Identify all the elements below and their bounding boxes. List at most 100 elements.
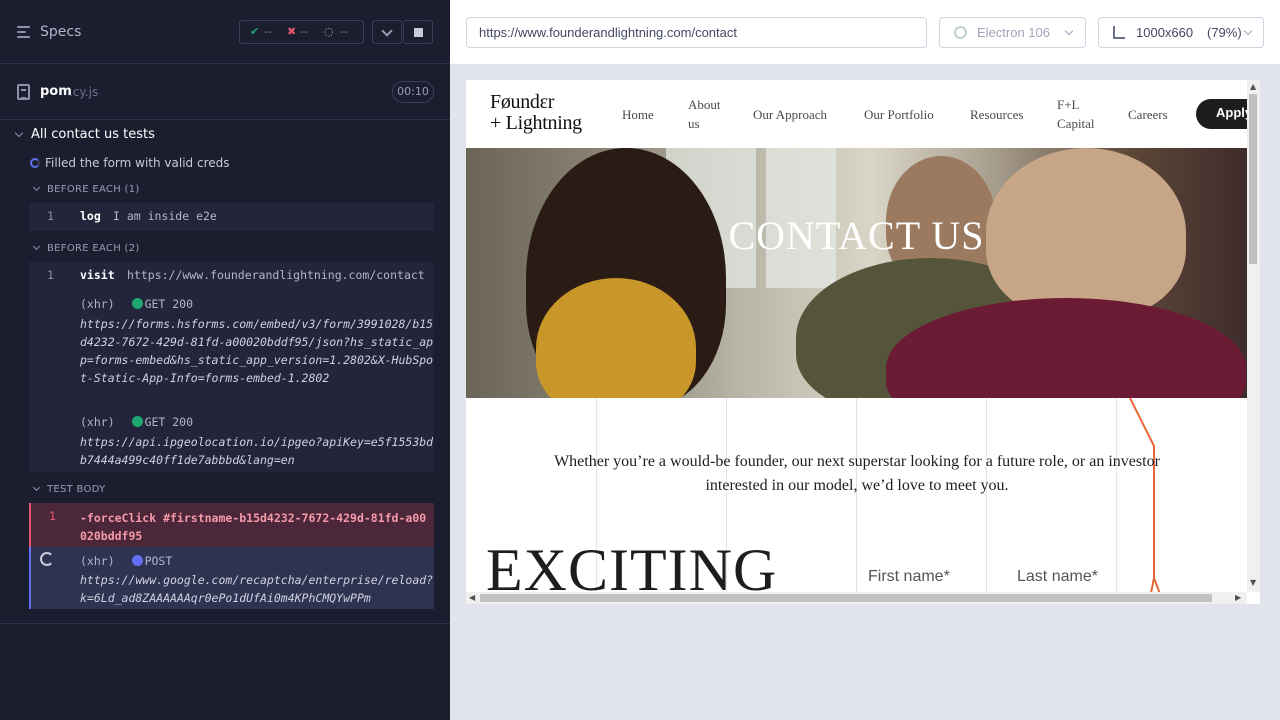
chevron-down-icon bbox=[1064, 26, 1074, 36]
running-spinner-icon bbox=[30, 158, 40, 168]
vertical-scrollbar[interactable]: ▲ ▼ bbox=[1247, 80, 1260, 592]
nav-our-portfolio[interactable]: Our Portfolio bbox=[864, 105, 934, 124]
file-icon bbox=[17, 84, 30, 100]
request-method: GET 200 bbox=[144, 297, 194, 311]
suite-row[interactable]: All contact us tests bbox=[0, 124, 450, 148]
divider bbox=[0, 623, 450, 624]
horizontal-scrollbar[interactable]: ◀ ▶ bbox=[466, 592, 1247, 604]
scroll-right-icon[interactable]: ▶ bbox=[1235, 593, 1241, 602]
browser-selector[interactable]: Electron 106 bbox=[939, 17, 1086, 48]
xhr-request-row[interactable]: (xhr) GET 200 https://api.ipgeolocation.… bbox=[29, 410, 434, 470]
ruler-icon bbox=[1113, 26, 1125, 39]
site-navbar: Føundεr + Lightning Home About us Our Ap… bbox=[466, 80, 1247, 148]
failed-icon: ✖ bbox=[287, 25, 297, 38]
scroll-left-icon[interactable]: ◀ bbox=[469, 593, 475, 602]
scroll-down-icon[interactable]: ▼ bbox=[1250, 578, 1256, 587]
xhr-line: (xhr) GET 200 bbox=[80, 297, 193, 311]
nav-about-line-1: About bbox=[688, 97, 721, 112]
app-under-test-panel: https://www.founderandlightning.com/cont… bbox=[450, 0, 1280, 720]
scroll-up-icon[interactable]: ▲ bbox=[1250, 82, 1256, 91]
nav-our-approach[interactable]: Our Approach bbox=[753, 105, 827, 124]
command-message: https://www.founderandlightning.com/cont… bbox=[127, 268, 425, 282]
command-row-visit[interactable]: 1 visit https://www.founderandlightning.… bbox=[29, 262, 434, 288]
stop-icon bbox=[414, 28, 423, 37]
chevron-down-icon[interactable] bbox=[32, 483, 41, 492]
chevron-down-icon[interactable] bbox=[32, 183, 41, 192]
url-bar[interactable]: https://www.founderandlightning.com/cont… bbox=[466, 17, 927, 48]
failed-count: -- bbox=[300, 25, 308, 38]
status-pending-icon bbox=[131, 555, 143, 566]
browser-name: Electron 106 bbox=[977, 25, 1050, 40]
stop-button[interactable] bbox=[403, 20, 433, 44]
viewport-scale: (79%) bbox=[1207, 25, 1242, 40]
command-log-panel: Specs ✔ -- ✖ -- ◌ -- pom .cy.js 00:10 Al… bbox=[0, 0, 450, 720]
viewport-size: 1000x660 bbox=[1136, 25, 1194, 40]
request-url: https://api.ipgeolocation.io/ipgeo?apiKe… bbox=[80, 435, 434, 467]
chevron-down-icon bbox=[381, 25, 393, 37]
xhr-request-row[interactable]: (xhr) GET 200 https://forms.hsforms.com/… bbox=[29, 292, 434, 402]
nav-fl-capital[interactable]: F+L Capital bbox=[1057, 95, 1095, 133]
passed-icon: ✔ bbox=[250, 25, 260, 38]
website: Føundεr + Lightning Home About us Our Ap… bbox=[466, 80, 1247, 592]
status-success-icon bbox=[131, 416, 143, 427]
nav-about-line-2: us bbox=[688, 116, 700, 131]
xhr-line: (xhr) POST bbox=[80, 554, 172, 568]
suite-title: All contact us tests bbox=[31, 127, 155, 142]
hook-title-before-each-1[interactable]: BEFORE EACH (1) bbox=[47, 184, 140, 195]
spec-file-extension: .cy.js bbox=[69, 85, 99, 99]
aut-iframe: Føundεr + Lightning Home About us Our Ap… bbox=[466, 80, 1260, 604]
nav-home[interactable]: Home bbox=[622, 105, 654, 124]
logo-line-1: Føundεr bbox=[490, 91, 555, 113]
hero-title: CONTACT US bbox=[728, 213, 985, 258]
command-name: log bbox=[80, 209, 101, 223]
electron-icon bbox=[954, 26, 967, 39]
request-url: https://forms.hsforms.com/embed/v3/form/… bbox=[80, 317, 434, 385]
scrollbar-thumb[interactable] bbox=[480, 594, 1212, 602]
chevron-down-icon[interactable] bbox=[32, 242, 41, 251]
pending-icon: ◌ bbox=[324, 25, 334, 38]
nav-capital-line-2: Capital bbox=[1057, 116, 1095, 131]
command-row-log[interactable]: 1 log I am inside e2e bbox=[29, 203, 434, 231]
nav-about-us[interactable]: About us bbox=[688, 95, 721, 133]
scrollbar-thumb[interactable] bbox=[1249, 94, 1257, 264]
nav-careers[interactable]: Careers bbox=[1128, 105, 1168, 124]
viewport-info[interactable]: 1000x660 (79%) bbox=[1098, 17, 1264, 48]
request-type: (xhr) bbox=[80, 297, 115, 311]
test-title: Filled the form with valid creds bbox=[45, 156, 230, 170]
request-url: https://www.google.com/recaptcha/enterpr… bbox=[80, 573, 434, 605]
apply-button[interactable]: Apply bbox=[1196, 99, 1247, 129]
aut-header: https://www.founderandlightning.com/cont… bbox=[450, 0, 1280, 64]
xhr-line: (xhr) GET 200 bbox=[80, 415, 193, 429]
collapse-all-button[interactable] bbox=[372, 20, 402, 44]
command-number: 1 bbox=[47, 268, 54, 282]
failed-command-row[interactable]: 1 -forceClick #firstname-b15d4232-7672-4… bbox=[29, 503, 434, 547]
reporter-header: Specs ✔ -- ✖ -- ◌ -- bbox=[0, 0, 450, 64]
specs-label[interactable]: Specs bbox=[40, 24, 81, 40]
request-method: GET 200 bbox=[144, 415, 194, 429]
spec-file-row: pom .cy.js 00:10 bbox=[0, 64, 450, 120]
hero-image: CONTACT US bbox=[466, 148, 1247, 398]
last-name-label: Last name* bbox=[1017, 568, 1098, 585]
nav-resources[interactable]: Resources bbox=[970, 105, 1023, 124]
logo-line-2: + Lightning bbox=[490, 112, 582, 134]
intro-text: Whether you’re a would-be founder, our n… bbox=[554, 453, 1160, 494]
run-duration: 00:10 bbox=[392, 81, 434, 103]
hook-commands: 1 visit https://www.founderandlightning.… bbox=[29, 262, 434, 472]
site-logo[interactable]: Føundεr + Lightning bbox=[490, 92, 582, 134]
specs-list-icon[interactable] bbox=[17, 26, 31, 39]
test-body-title[interactable]: TEST BODY bbox=[47, 484, 106, 495]
command-message: I am inside e2e bbox=[113, 209, 217, 223]
pending-count: -- bbox=[340, 25, 348, 38]
loading-spinner-icon bbox=[40, 552, 54, 566]
spec-file-name[interactable]: pom bbox=[40, 84, 72, 99]
first-name-label: First name* bbox=[868, 568, 950, 585]
test-stats: ✔ -- ✖ -- ◌ -- bbox=[239, 20, 364, 44]
command-number: 1 bbox=[49, 509, 56, 523]
command-number: 1 bbox=[47, 209, 54, 223]
test-row[interactable]: Filled the form with valid creds bbox=[0, 153, 450, 175]
hook-title-before-each-2[interactable]: BEFORE EACH (2) bbox=[47, 243, 140, 254]
passed-count: -- bbox=[264, 25, 272, 38]
pending-request-row[interactable]: (xhr) POST https://www.google.com/recapt… bbox=[29, 547, 434, 609]
request-type: (xhr) bbox=[80, 415, 115, 429]
chevron-down-icon bbox=[14, 128, 24, 138]
